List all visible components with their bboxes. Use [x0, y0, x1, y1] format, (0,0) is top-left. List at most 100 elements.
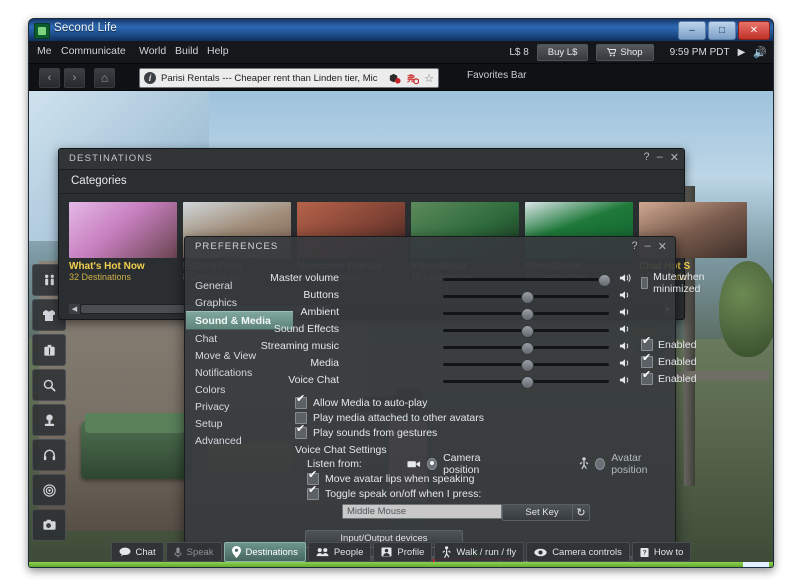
allow-media-autoplay-row[interactable]: Allow Media to auto-play	[295, 394, 669, 410]
help-icon[interactable]: ?	[632, 240, 638, 253]
media-enabled-checkbox[interactable]	[641, 353, 653, 368]
streaming-music-volume-slider[interactable]	[443, 342, 609, 355]
close-icon[interactable]: ✕	[670, 151, 679, 164]
camera-controls-button[interactable]: Camera controls	[526, 542, 630, 562]
back-button[interactable]: ‹	[39, 68, 60, 88]
menu-item-world[interactable]: World	[139, 45, 166, 57]
profile-button[interactable]: Profile	[373, 542, 433, 562]
window-titlebar[interactable]: Second Life – □ ✕	[29, 19, 773, 41]
buttons-volume-slider[interactable]	[443, 291, 609, 304]
play-media-attached-checkbox[interactable]	[295, 411, 307, 424]
destinations-header[interactable]: DESTINATIONS ? – ✕	[59, 149, 684, 170]
media-play-icon[interactable]: ▶	[738, 47, 746, 58]
media-volume-slider[interactable]	[443, 359, 609, 372]
play-media-attached-row[interactable]: Play media attached to other avatars	[295, 410, 669, 425]
avatar-position-radio[interactable]	[594, 457, 606, 470]
speaker-icon[interactable]	[617, 287, 633, 303]
camera-icon	[407, 459, 421, 469]
master-volume-slider[interactable]	[443, 274, 611, 287]
second-life-window: Second Life – □ ✕ Me Communicate World B…	[28, 18, 774, 568]
toggle-speak-row[interactable]: Toggle speak on/off when I press:	[295, 485, 669, 501]
shop-button[interactable]: Shop	[596, 44, 654, 61]
walk-run-fly-button[interactable]: Walk / run / fly	[434, 542, 525, 562]
speaker-icon[interactable]	[617, 338, 633, 354]
speaker-icon[interactable]	[617, 304, 633, 320]
move-avatar-lips-checkbox[interactable]	[307, 470, 319, 485]
volume-row-buttons: Buttons	[295, 288, 669, 304]
buy-linden-button[interactable]: Buy L$	[536, 44, 589, 61]
favorite-star-icon[interactable]: ☆	[424, 72, 434, 85]
streaming-music-enabled-checkbox[interactable]	[641, 336, 653, 351]
ambient-volume-slider[interactable]	[443, 308, 609, 321]
location-input[interactable]: Parisi Rentals --- Cheaper rent than Lin…	[161, 73, 378, 84]
sound-effects-volume-slider[interactable]	[443, 325, 609, 338]
app-icon	[34, 23, 50, 39]
voice-chat-volume-slider[interactable]	[443, 376, 609, 389]
headset-icon[interactable]	[32, 439, 66, 471]
play-sounds-gestures-row[interactable]: Play sounds from gestures	[295, 424, 669, 440]
play-sounds-gestures-checkbox[interactable]	[295, 424, 307, 439]
voice-chat-enabled-checkbox[interactable]	[641, 370, 653, 385]
profile-icon	[381, 547, 392, 557]
speaker-icon[interactable]	[617, 355, 633, 371]
speak-button[interactable]: Speak	[165, 542, 222, 562]
allow-media-autoplay-label: Allow Media to auto-play	[313, 396, 428, 409]
voice-chat-enabled-row[interactable]: Enabled	[641, 370, 697, 385]
menu-item-me[interactable]: Me	[37, 45, 52, 57]
streaming-music-enabled-row[interactable]: Enabled	[641, 336, 697, 351]
menu-item-build[interactable]: Build	[175, 45, 198, 57]
how-to-button[interactable]: ? How to	[631, 542, 692, 562]
parcel-icon	[388, 72, 401, 85]
speaker-icon[interactable]	[617, 372, 633, 388]
camera-position-radio[interactable]	[426, 457, 438, 470]
volume-icon[interactable]: 🔊	[753, 46, 767, 59]
close-icon[interactable]: ✕	[658, 240, 667, 253]
people-button[interactable]: People	[307, 542, 372, 562]
destination-title: What's Hot Now	[69, 261, 145, 272]
sidebar-item-setup[interactable]: Setup	[186, 415, 293, 432]
sidebar-item-privacy[interactable]: Privacy	[186, 398, 293, 415]
camera-controls-label: Camera controls	[552, 546, 622, 558]
close-button[interactable]: ✕	[738, 21, 770, 40]
search-icon[interactable]	[32, 369, 66, 401]
radar-icon[interactable]	[32, 474, 66, 506]
speaker-icon[interactable]	[617, 270, 633, 286]
preferences-dialog: PREFERENCES ? – ✕ General Graphics Sound…	[184, 236, 705, 567]
info-icon: i	[144, 72, 156, 84]
inventory-icon[interactable]	[32, 334, 66, 366]
speaker-icon[interactable]	[617, 321, 633, 337]
speak-key-field[interactable]: Middle Mouse	[342, 504, 502, 519]
profile-label: Profile	[397, 546, 425, 558]
sidebar-item-advanced[interactable]: Advanced	[186, 432, 293, 449]
forward-button[interactable]: ›	[64, 68, 85, 88]
preferences-header[interactable]: PREFERENCES ? – ✕	[185, 237, 675, 257]
minimize-icon[interactable]: –	[657, 151, 663, 164]
preferences-title: PREFERENCES	[195, 241, 279, 252]
reset-key-icon[interactable]: ↻	[572, 504, 590, 521]
move-avatar-lips-row[interactable]: Move avatar lips when speaking	[295, 470, 669, 486]
minimize-button[interactable]: –	[678, 21, 706, 40]
menu-item-help[interactable]: Help	[207, 45, 229, 57]
balance-label: L$ 8	[509, 47, 529, 58]
home-button[interactable]: ⌂	[94, 68, 115, 88]
world-view[interactable]: neokol	[29, 91, 773, 567]
location-bar[interactable]: i Parisi Rentals --- Cheaper rent than L…	[139, 68, 439, 88]
navigation-bar: ‹ › ⌂ i Parisi Rentals --- Cheaper rent …	[29, 64, 773, 91]
toggle-speak-checkbox[interactable]	[307, 485, 319, 500]
destination-card[interactable]: What's Hot Now 32 Destinations	[69, 202, 177, 282]
avatar-icon[interactable]	[32, 404, 66, 436]
destination-thumbnail	[69, 202, 177, 258]
destinations-button[interactable]: Destinations	[223, 542, 306, 562]
minimize-icon[interactable]: –	[645, 240, 651, 253]
allow-media-autoplay-checkbox[interactable]	[295, 394, 307, 409]
media-enabled-row[interactable]: Enabled	[641, 353, 697, 368]
snapshot-icon[interactable]	[32, 509, 66, 541]
help-icon[interactable]: ?	[644, 151, 650, 164]
chat-button[interactable]: Chat	[110, 542, 164, 562]
window-title: Second Life	[54, 22, 117, 34]
walk-icon	[579, 457, 589, 470]
menu-item-communicate[interactable]: Communicate	[61, 45, 126, 57]
scroll-left-icon[interactable]: ◀	[69, 304, 80, 314]
maximize-button[interactable]: □	[708, 21, 736, 40]
set-key-button[interactable]: Set Key	[502, 504, 582, 521]
